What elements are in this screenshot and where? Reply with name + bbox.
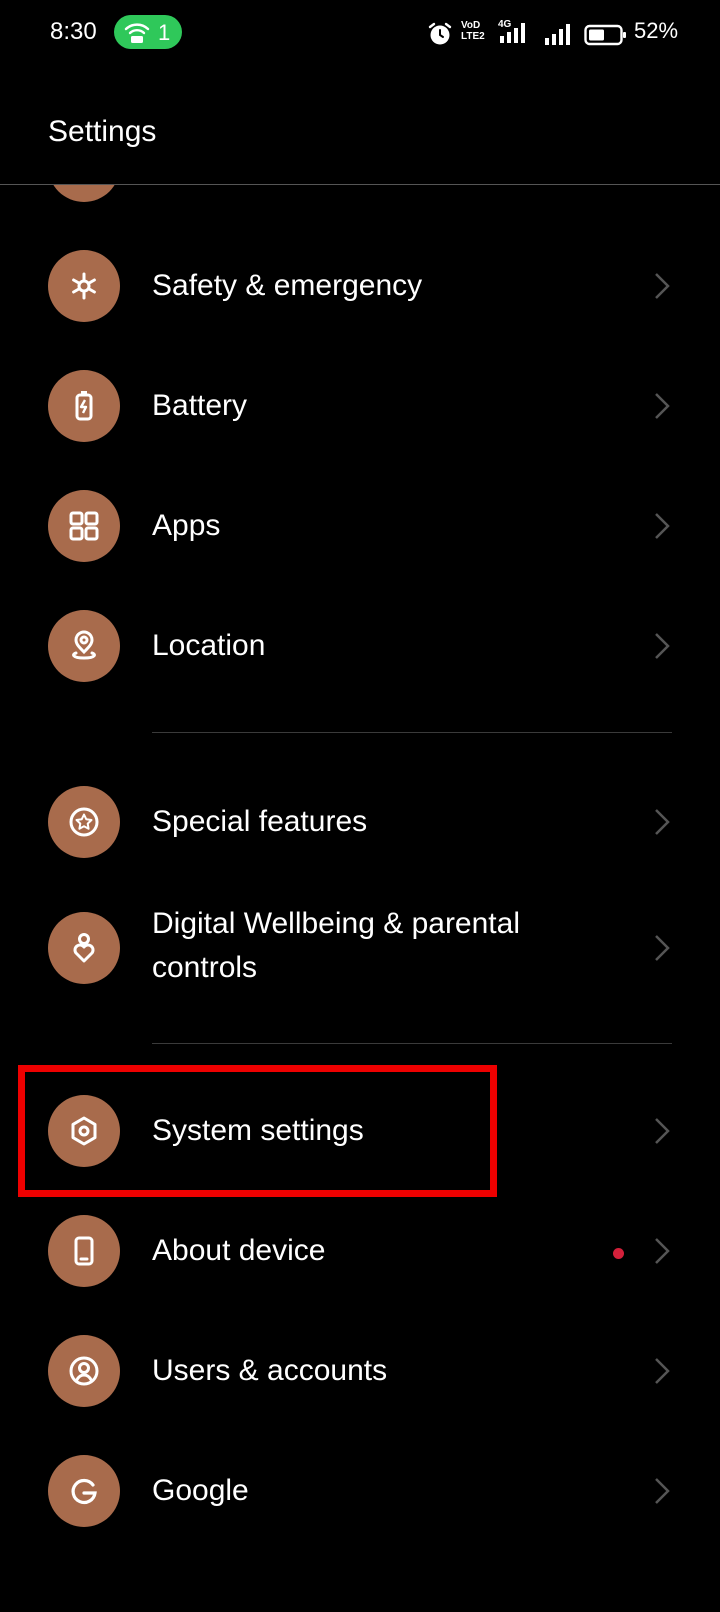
- apps-grid-icon: [48, 490, 120, 562]
- settings-item-label: Apps: [152, 509, 221, 542]
- settings-item-about-device[interactable]: About device: [0, 1201, 720, 1301]
- phone-device-icon: [48, 1215, 120, 1287]
- page-title: Settings: [48, 115, 157, 148]
- header: Settings: [0, 66, 720, 185]
- chevron-right-icon: [655, 1478, 670, 1504]
- battery-charging-icon: [48, 370, 120, 442]
- hotspot-icon: [124, 23, 150, 43]
- location-pin-icon: [48, 610, 120, 682]
- signal-icon: [545, 24, 570, 45]
- settings-item-battery[interactable]: Battery: [0, 356, 720, 456]
- settings-item-label: Location: [152, 629, 266, 662]
- google-g-icon: [48, 1455, 120, 1527]
- notification-dot: [613, 1248, 624, 1259]
- settings-item-safety-emergency[interactable]: Safety & emergency: [0, 236, 720, 336]
- chevron-right-icon: [655, 1238, 670, 1264]
- battery-percent: 52%: [634, 18, 679, 43]
- settings-list[interactable]: Safety & emergency Battery Apps Location: [0, 0, 720, 1612]
- settings-item-apps[interactable]: Apps: [0, 476, 720, 576]
- battery-icon: [584, 24, 626, 46]
- section-divider: [152, 1043, 672, 1044]
- alarm-icon: [428, 22, 452, 45]
- settings-item-label: About device: [152, 1234, 326, 1267]
- status-bar: 8:30 1 VoD LTE2 4G 52%: [0, 0, 720, 66]
- signal-4g-icon: 4G: [498, 19, 525, 43]
- settings-item-label: Users & accounts: [152, 1354, 388, 1387]
- settings-item-users-accounts[interactable]: Users & accounts: [0, 1321, 720, 1421]
- settings-item-google[interactable]: Google: [0, 1441, 720, 1541]
- chevron-right-icon: [655, 633, 670, 659]
- settings-item-label: Safety & emergency: [152, 269, 423, 302]
- settings-item-digital-wellbeing[interactable]: Digital Wellbeing & parental controls: [0, 898, 720, 1018]
- status-time: 8:30: [50, 18, 97, 45]
- chevron-right-icon: [655, 935, 670, 961]
- settings-item-label: Battery: [152, 389, 248, 422]
- settings-item-label: Digital Wellbeing & parental controls: [152, 907, 520, 984]
- user-circle-icon: [48, 1335, 120, 1407]
- section-divider: [152, 732, 672, 733]
- settings-item-label: Special features: [152, 805, 368, 838]
- volte-icon: VoD LTE2: [461, 20, 485, 42]
- settings-item-special-features[interactable]: Special features: [0, 772, 720, 872]
- chevron-right-icon: [655, 1118, 670, 1144]
- highlight-annotation-box: [18, 1065, 497, 1197]
- hotspot-count: 1: [158, 20, 171, 45]
- chevron-right-icon: [655, 273, 670, 299]
- settings-item-location[interactable]: Location: [0, 596, 720, 696]
- chevron-right-icon: [655, 809, 670, 835]
- star-circle-icon: [48, 786, 120, 858]
- chevron-right-icon: [655, 513, 670, 539]
- hotspot-indicator[interactable]: 1: [114, 15, 182, 49]
- chevron-right-icon: [655, 1358, 670, 1384]
- asterisk-icon: [48, 250, 120, 322]
- svg-text:4G: 4G: [498, 19, 512, 30]
- chevron-right-icon: [655, 393, 670, 419]
- settings-item-label: Google: [152, 1474, 249, 1507]
- settings-screen: Safety & emergency Battery Apps Location: [0, 0, 720, 1612]
- wellbeing-heart-icon: [48, 912, 120, 984]
